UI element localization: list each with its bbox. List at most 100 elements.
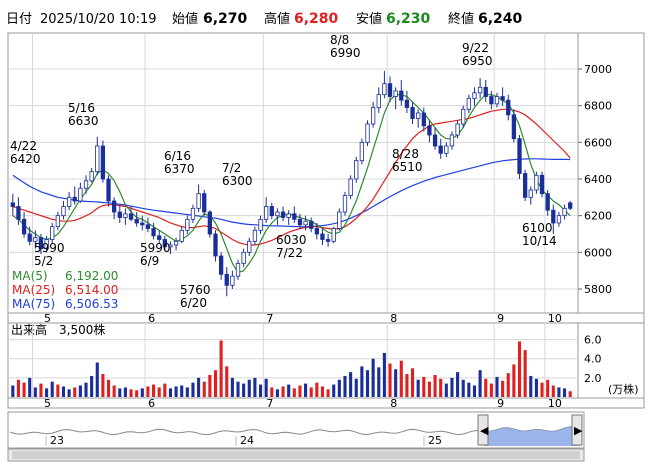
annotation-line: 4/22 bbox=[10, 139, 37, 153]
candle-body-up bbox=[556, 215, 562, 224]
annotation-line: 6/9 bbox=[140, 254, 159, 268]
volume-bar bbox=[180, 385, 184, 397]
annotation-line: 6950 bbox=[462, 54, 493, 68]
candle-body-down bbox=[117, 211, 122, 218]
volume-bar bbox=[534, 378, 538, 397]
volume-bar bbox=[444, 383, 448, 397]
candle-body-up bbox=[61, 206, 66, 217]
candle-body-down bbox=[545, 193, 550, 211]
volume-bar bbox=[388, 363, 392, 397]
close-label: 終値 bbox=[448, 11, 474, 27]
navigator-year-label: 23 bbox=[50, 434, 64, 447]
volume-bar bbox=[28, 377, 32, 397]
candle bbox=[534, 171, 539, 194]
open-label: 始値 bbox=[172, 11, 198, 27]
candle-body-down bbox=[112, 200, 117, 213]
low-label: 安値 bbox=[356, 11, 382, 27]
candle-body-up bbox=[123, 213, 128, 218]
volume-bar bbox=[11, 385, 15, 397]
candle bbox=[522, 169, 528, 201]
legend-label: MA(75) bbox=[12, 297, 55, 311]
volume-bar bbox=[118, 388, 122, 397]
volume-bar bbox=[298, 385, 302, 397]
legend-label: MA(5) bbox=[12, 269, 48, 283]
candle-body-up bbox=[348, 178, 353, 196]
close-value: 6,240 bbox=[478, 11, 523, 27]
volume-bar bbox=[163, 383, 167, 397]
candle-body-down bbox=[404, 99, 410, 108]
candle-body-up bbox=[382, 83, 387, 96]
volume-bar bbox=[61, 386, 66, 397]
legend-value: 6,506.53 bbox=[65, 297, 118, 311]
candle-body-up bbox=[534, 174, 539, 191]
navigator-scrollbar-thumb[interactable] bbox=[12, 451, 580, 459]
candle-body-down bbox=[309, 220, 314, 229]
volume-bar bbox=[129, 389, 133, 397]
volume-bar bbox=[33, 387, 37, 397]
candle-body-up bbox=[449, 134, 455, 147]
price-tick-label: 5800 bbox=[584, 283, 612, 296]
candle-body-down bbox=[387, 83, 393, 97]
volume-bar bbox=[253, 377, 257, 397]
volume-bar bbox=[405, 374, 409, 397]
candle-body-up bbox=[331, 228, 336, 242]
navigator-left-arrow-icon: ◀ bbox=[480, 424, 489, 437]
candle-body-down bbox=[438, 145, 443, 154]
volume-bar bbox=[202, 381, 206, 397]
candle-body-up bbox=[173, 240, 179, 246]
candle-body-up bbox=[354, 160, 359, 180]
volume-bar bbox=[95, 362, 99, 397]
candle-body-down bbox=[511, 114, 517, 140]
annotation-line: 6990 bbox=[330, 46, 361, 60]
volume-bar bbox=[472, 385, 477, 397]
volume-bar bbox=[371, 358, 375, 397]
candle-body-up bbox=[494, 96, 500, 105]
candle-body-up bbox=[472, 92, 477, 99]
candle-body-up bbox=[286, 213, 291, 218]
volume-bar bbox=[16, 379, 20, 397]
candle-body-down bbox=[297, 218, 303, 226]
price-tick-label: 6400 bbox=[584, 173, 612, 186]
annotation-line: 5990 bbox=[34, 241, 65, 255]
volume-bar bbox=[22, 382, 26, 397]
volume-unit: (万株) bbox=[608, 382, 639, 396]
candle-body-down bbox=[27, 233, 32, 242]
candle-body-up bbox=[461, 108, 466, 125]
annotation-line: 5990 bbox=[140, 241, 171, 255]
annotation-line: 8/28 bbox=[392, 147, 419, 161]
candle-body-down bbox=[483, 86, 488, 97]
volume-bar bbox=[439, 378, 443, 397]
navigator-right-handle[interactable]: ▶ bbox=[571, 414, 583, 446]
candle-body-down bbox=[145, 224, 151, 229]
annotation-line: 6420 bbox=[10, 152, 41, 166]
volume-bar bbox=[135, 390, 139, 397]
volume-bar bbox=[512, 364, 516, 397]
volume-bar bbox=[399, 360, 403, 397]
candle-body-up bbox=[342, 195, 348, 213]
volume-bar bbox=[365, 370, 370, 397]
volume-bar bbox=[422, 376, 426, 397]
candle-body-up bbox=[444, 145, 449, 154]
volume-bar bbox=[106, 379, 111, 397]
annotation-line: 5/2 bbox=[34, 254, 53, 268]
volume-bar bbox=[489, 383, 493, 397]
legend-value: 6,192.00 bbox=[65, 269, 118, 283]
volume-bar bbox=[360, 366, 364, 397]
annotation-line: 6300 bbox=[222, 174, 253, 188]
candle-body-up bbox=[337, 211, 342, 229]
volume-bar bbox=[551, 385, 555, 397]
candle-body-down bbox=[72, 196, 77, 202]
navigator-left-handle[interactable]: ◀ bbox=[477, 414, 489, 446]
volume-bar bbox=[168, 388, 173, 397]
volume-bar bbox=[56, 384, 60, 397]
candle-body-down bbox=[21, 218, 27, 235]
candle bbox=[348, 175, 353, 200]
volume-bar bbox=[174, 386, 178, 397]
volume-bar bbox=[225, 366, 229, 397]
volume-bar bbox=[50, 381, 54, 397]
price-tick-label: 6200 bbox=[584, 210, 612, 223]
price-tick-label: 7000 bbox=[584, 63, 612, 76]
candle-body-up bbox=[241, 251, 246, 264]
navigator-year-label: 25 bbox=[428, 434, 442, 447]
candle-body-down bbox=[280, 211, 286, 218]
